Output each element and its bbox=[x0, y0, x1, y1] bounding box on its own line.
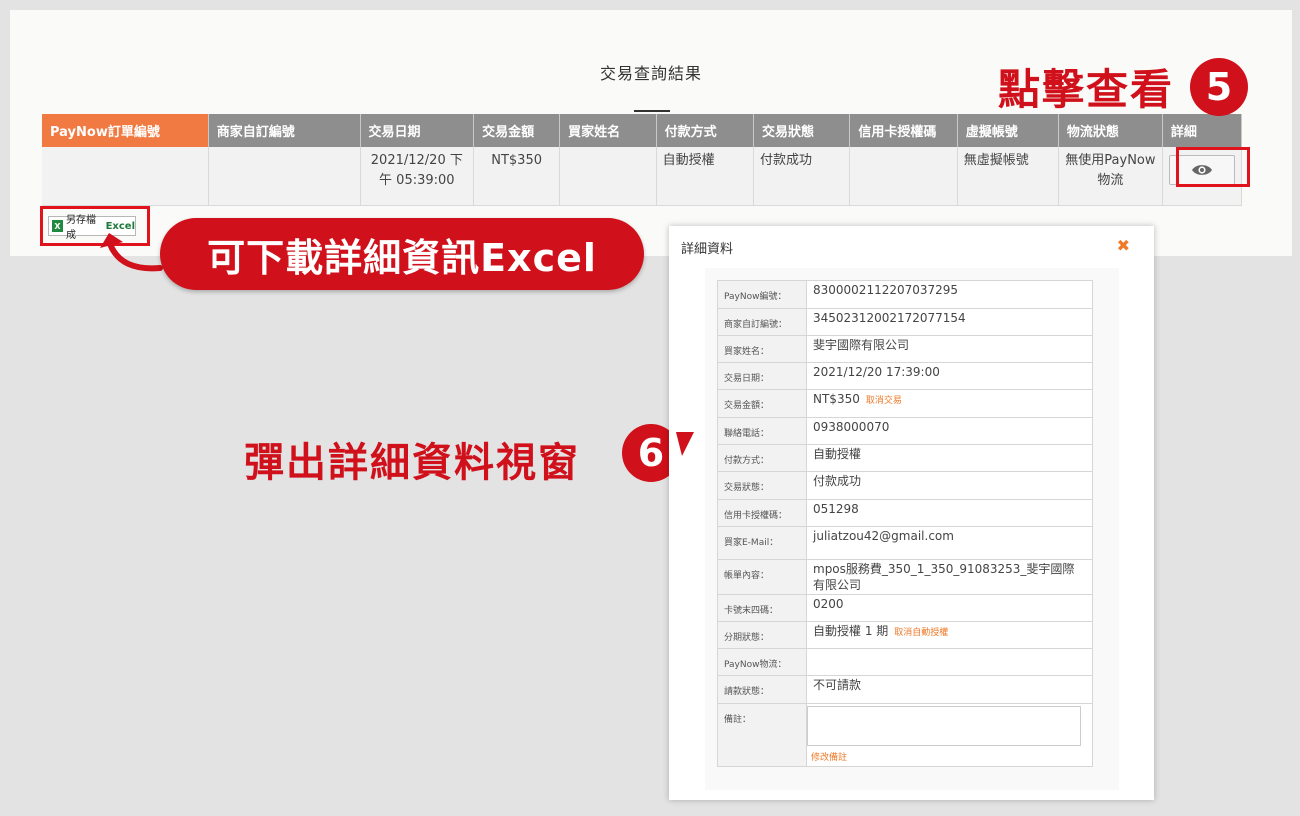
modal-body: PayNow編號： 8300002112207037295 商家自訂編號： 34… bbox=[705, 268, 1119, 790]
cell-payment: 自動授權 bbox=[656, 147, 754, 206]
detail-value: 不可請款 bbox=[806, 675, 1093, 704]
detail-label: 分期狀態： bbox=[717, 621, 807, 649]
detail-row: PayNow編號： 8300002112207037295 bbox=[717, 280, 1093, 309]
amount-value: NT$350 bbox=[813, 392, 860, 406]
header-payment: 付款方式 bbox=[656, 114, 754, 147]
detail-row: 交易日期： 2021/12/20 17:39:00 bbox=[717, 362, 1093, 390]
detail-label: 買家姓名： bbox=[717, 335, 807, 363]
edit-remark-link[interactable]: 修改備註 bbox=[811, 750, 1092, 766]
detail-value: 051298 bbox=[806, 499, 1093, 527]
cancel-transaction-link[interactable]: 取消交易 bbox=[866, 396, 902, 406]
cell-logistics: 無使用PayNow 物流 bbox=[1058, 147, 1163, 206]
excel-icon: X bbox=[52, 220, 63, 232]
header-paynow-order: PayNow訂單編號 bbox=[42, 114, 209, 147]
detail-row: 分期狀態： 自動授權 1 期取消自動授權 bbox=[717, 621, 1093, 649]
detail-value bbox=[806, 648, 1093, 676]
installment-value: 自動授權 1 期 bbox=[813, 624, 889, 638]
detail-value-remark: 修改備註 bbox=[806, 703, 1093, 767]
detail-label: PayNow編號： bbox=[717, 280, 807, 309]
detail-value: 自動授權 bbox=[806, 444, 1093, 472]
header-date: 交易日期 bbox=[360, 114, 475, 147]
curved-arrow-icon bbox=[100, 233, 163, 272]
header-buyer: 買家姓名 bbox=[559, 114, 657, 147]
cell-merchant-id bbox=[208, 147, 361, 206]
badge-pointer-icon bbox=[676, 432, 694, 456]
table-header-row: PayNow訂單編號 商家自訂編號 交易日期 交易金額 買家姓名 付款方式 交易… bbox=[42, 114, 1243, 147]
header-virtual-account: 虛擬帳號 bbox=[957, 114, 1059, 147]
header-detail: 詳細 bbox=[1162, 114, 1243, 147]
detail-value: 斐宇國際有限公司 bbox=[806, 335, 1093, 363]
detail-row: 交易狀態： 付款成功 bbox=[717, 471, 1093, 500]
header-status: 交易狀態 bbox=[753, 114, 851, 147]
detail-row: 買家姓名： 斐宇國際有限公司 bbox=[717, 335, 1093, 363]
cancel-auto-auth-link[interactable]: 取消自動授權 bbox=[894, 628, 948, 638]
detail-row: 付款方式： 自動授權 bbox=[717, 444, 1093, 472]
header-amount: 交易金額 bbox=[473, 114, 561, 147]
detail-row: 信用卡授權碼： 051298 bbox=[717, 499, 1093, 527]
step-6-number: 6 bbox=[637, 431, 665, 475]
cell-virtual-account: 無虛擬帳號 bbox=[957, 147, 1059, 206]
detail-label: 信用卡授權碼： bbox=[717, 499, 807, 527]
detail-value: 付款成功 bbox=[806, 471, 1093, 500]
detail-value: juliatzou42@gmail.com bbox=[806, 526, 1093, 560]
cell-buyer bbox=[559, 147, 657, 206]
detail-row: PayNow物流： bbox=[717, 648, 1093, 676]
detail-label: 交易金額： bbox=[717, 389, 807, 418]
cell-date: 2021/12/20 下午 05:39:00 bbox=[360, 147, 475, 206]
cell-amount: NT$350 bbox=[473, 147, 561, 206]
detail-row: 卡號末四碼： 0200 bbox=[717, 594, 1093, 622]
detail-value: 2021/12/20 17:39:00 bbox=[806, 362, 1093, 390]
step-5-number: 5 bbox=[1205, 65, 1233, 109]
cell-paynow-order bbox=[42, 147, 209, 206]
title-underline bbox=[634, 110, 670, 112]
detail-value: 0200 bbox=[806, 594, 1093, 622]
detail-label: 交易狀態： bbox=[717, 471, 807, 500]
detail-value-amount: NT$350 取消交易 bbox=[806, 389, 1093, 418]
header-auth-code: 信用卡授權碼 bbox=[849, 114, 958, 147]
cell-status: 付款成功 bbox=[753, 147, 851, 206]
table-row: 2021/12/20 下午 05:39:00 NT$350 自動授權 付款成功 … bbox=[42, 147, 1243, 206]
modal-title: 詳細資料 bbox=[681, 242, 734, 257]
click-view-callout: 點擊查看 bbox=[998, 65, 1175, 114]
detail-label: 商家自訂編號： bbox=[717, 308, 807, 336]
detail-value: 0938000070 bbox=[806, 417, 1093, 445]
detail-row: 商家自訂編號： 3450231200217207715​4 bbox=[717, 308, 1093, 336]
detail-row: 買家E-Mail： juliatzou42@gmail.com bbox=[717, 526, 1093, 560]
detail-label: 付款方式： bbox=[717, 444, 807, 472]
detail-row: 備註： 修改備註 bbox=[717, 703, 1093, 767]
detail-label: PayNow物流： bbox=[717, 648, 807, 676]
detail-row: 交易金額： NT$350 取消交易 bbox=[717, 389, 1093, 418]
detail-table: PayNow編號： 8300002112207037295 商家自訂編號： 34… bbox=[717, 280, 1093, 767]
detail-value: mpos服務費_350_1_350_91083253_斐宇國際有限公司 bbox=[806, 559, 1093, 595]
cell-auth-code bbox=[849, 147, 958, 206]
detail-label: 交易日期： bbox=[717, 362, 807, 390]
detail-modal: 詳細資料 ✖ PayNow編號： 8300002112207037295 商家自… bbox=[669, 226, 1154, 800]
detail-highlight-box bbox=[1176, 147, 1250, 187]
transaction-table: PayNow訂單編號 商家自訂編號 交易日期 交易金額 買家姓名 付款方式 交易… bbox=[42, 114, 1243, 206]
detail-value: 8300002112207037295 bbox=[806, 280, 1093, 309]
detail-value: 3450231200217207715​4 bbox=[806, 308, 1093, 336]
detail-label: 備註： bbox=[717, 703, 807, 767]
popup-detail-callout: 彈出詳細資料視窗 bbox=[244, 440, 580, 486]
detail-row: 帳單內容： mpos服務費_350_1_350_91083253_斐宇國際有限公… bbox=[717, 559, 1093, 595]
download-excel-callout: 可下載詳細資訊Excel bbox=[160, 218, 644, 290]
detail-row: 聯絡電話： 0938000070 bbox=[717, 417, 1093, 445]
step-5-badge: 5 bbox=[1190, 58, 1248, 116]
header-merchant-id: 商家自訂編號 bbox=[208, 114, 361, 147]
detail-label: 卡號末四碼： bbox=[717, 594, 807, 622]
detail-label: 買家E-Mail： bbox=[717, 526, 807, 560]
detail-label: 聯絡電話： bbox=[717, 417, 807, 445]
header-logistics: 物流狀態 bbox=[1058, 114, 1163, 147]
detail-label: 帳單內容： bbox=[717, 559, 807, 595]
detail-value-installment: 自動授權 1 期取消自動授權 bbox=[806, 621, 1093, 649]
detail-label: 請款狀態： bbox=[717, 675, 807, 704]
detail-row: 請款狀態： 不可請款 bbox=[717, 675, 1093, 704]
remark-textarea[interactable] bbox=[807, 706, 1081, 746]
close-icon[interactable]: ✖ bbox=[1117, 236, 1130, 255]
